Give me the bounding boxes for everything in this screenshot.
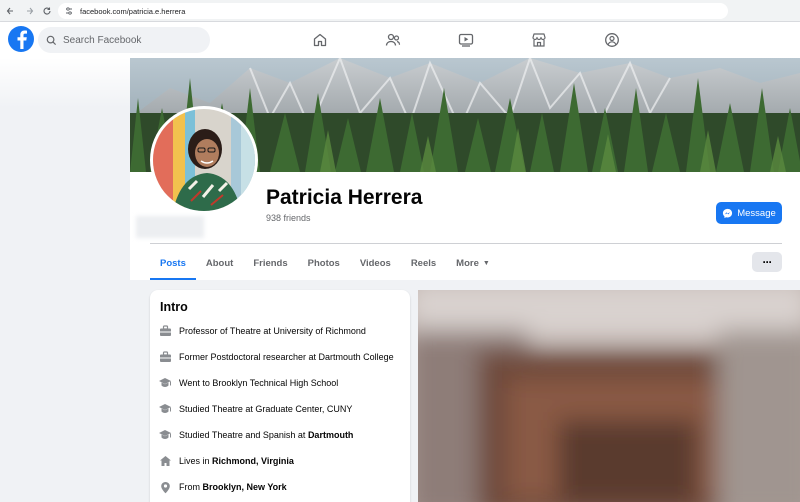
- intro-item: Studied Theatre and Spanish at Dartmouth: [158, 428, 353, 442]
- message-button-label: Message: [737, 207, 776, 219]
- friends-nav-icon[interactable]: [383, 30, 403, 50]
- search-box[interactable]: [38, 27, 210, 53]
- intro-item: Lives in Richmond, Virginia: [158, 454, 294, 468]
- graduation-cap-icon: [158, 376, 172, 390]
- reload-icon[interactable]: [38, 2, 56, 20]
- profile-name: Patricia Herrera: [266, 186, 423, 209]
- home-icon: [158, 454, 172, 468]
- graduation-cap-icon: [158, 402, 172, 416]
- groups-nav-icon[interactable]: [602, 30, 622, 50]
- intro-item: Professor of Theatre at University of Ri…: [158, 324, 366, 338]
- forward-icon[interactable]: [20, 2, 38, 20]
- marketplace-nav-icon[interactable]: [529, 30, 549, 50]
- facebook-logo-icon[interactable]: [8, 26, 34, 52]
- message-button[interactable]: Message: [716, 202, 782, 224]
- profile-divider: [150, 243, 782, 244]
- more-dots-icon: ···: [762, 255, 773, 269]
- caret-down-icon: ▼: [482, 260, 490, 267]
- back-icon[interactable]: [2, 2, 20, 20]
- tab-photos[interactable]: Photos: [298, 247, 350, 280]
- home-nav-icon[interactable]: [310, 30, 330, 50]
- tab-more[interactable]: More ▼: [446, 247, 500, 280]
- tab-about[interactable]: About: [196, 247, 243, 280]
- profile-tabs: Posts About Friends Photos Videos Reels …: [150, 247, 500, 280]
- search-input[interactable]: [63, 34, 203, 46]
- tab-videos[interactable]: Videos: [350, 247, 401, 280]
- intro-item: Former Postdoctoral researcher at Dartmo…: [158, 350, 394, 364]
- intro-item: From Brooklyn, New York: [158, 480, 287, 494]
- site-settings-icon[interactable]: [64, 6, 74, 16]
- watch-nav-icon[interactable]: [456, 30, 476, 50]
- left-blank-area: [0, 58, 130, 108]
- browser-toolbar: facebook.com/patricia.e.herrera: [0, 0, 800, 22]
- facebook-header: [0, 22, 800, 58]
- briefcase-icon: [158, 350, 172, 364]
- graduation-cap-icon: [158, 428, 172, 442]
- location-pin-icon: [158, 480, 172, 494]
- friend-count[interactable]: 938 friends: [266, 213, 311, 223]
- intro-link[interactable]: Dartmouth: [308, 430, 354, 440]
- blurred-region: [136, 216, 204, 238]
- address-bar[interactable]: facebook.com/patricia.e.herrera: [58, 3, 728, 19]
- profile-avatar[interactable]: [150, 106, 258, 214]
- intro-title: Intro: [160, 300, 188, 314]
- intro-item: Studied Theatre at Graduate Center, CUNY: [158, 402, 352, 416]
- intro-item: Went to Brooklyn Technical High School: [158, 376, 338, 390]
- briefcase-icon: [158, 324, 172, 338]
- tab-posts[interactable]: Posts: [150, 247, 196, 280]
- messenger-icon: [723, 208, 733, 218]
- intro-card: Intro Professor of Theatre at University…: [150, 290, 410, 502]
- tab-friends[interactable]: Friends: [243, 247, 297, 280]
- more-options-button[interactable]: ···: [752, 252, 782, 272]
- intro-link[interactable]: Richmond, Virginia: [212, 456, 294, 466]
- intro-link[interactable]: Brooklyn, New York: [203, 482, 287, 492]
- url-text: facebook.com/patricia.e.herrera: [80, 6, 186, 16]
- blurred-post-area: [418, 290, 800, 502]
- tab-reels[interactable]: Reels: [401, 247, 446, 280]
- search-icon: [46, 35, 57, 45]
